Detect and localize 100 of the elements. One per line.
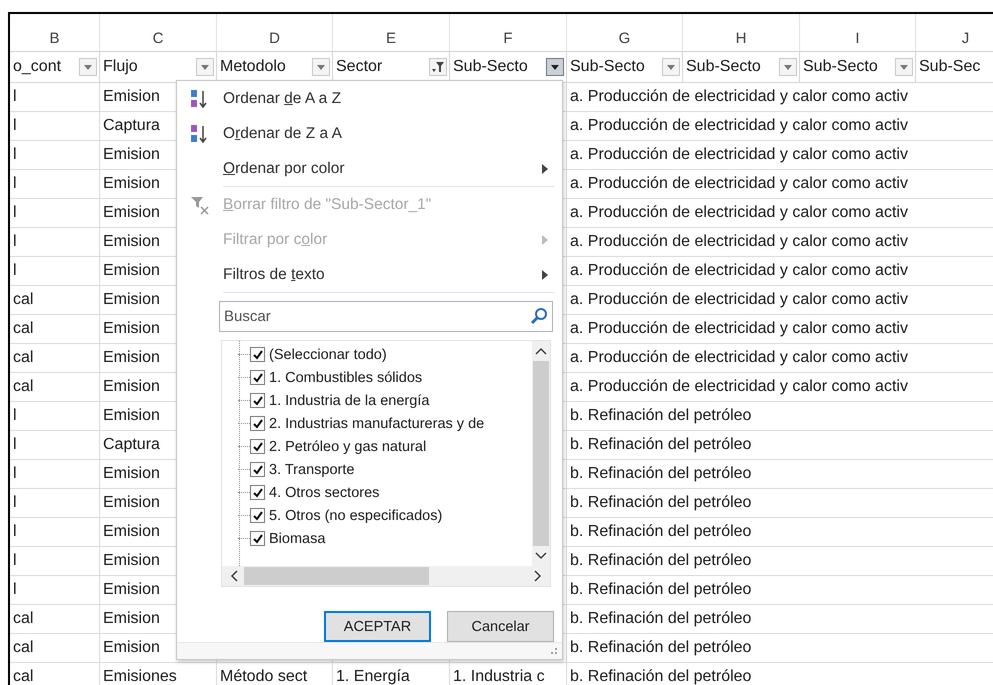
table-cell: l [13, 117, 17, 135]
column-letter[interactable]: B [10, 14, 100, 52]
table-cell: l [13, 88, 17, 106]
table-cell: l [13, 552, 17, 570]
table-cell: cal [13, 291, 34, 309]
table-cell: Captura [103, 436, 160, 454]
checkbox[interactable] [250, 508, 265, 523]
table-cell: b. Refinación del petróleo [570, 668, 752, 685]
table-cell: a. Producción de electricidad y calor como activ [570, 291, 908, 309]
table-cell: b. Refinación del petróleo [570, 581, 752, 599]
table-cell: Emision [103, 465, 160, 483]
table-cell: Emision [103, 262, 160, 280]
table-cell: b. Refinación del petróleo [570, 436, 752, 454]
caret-icon [84, 64, 92, 70]
value-label[interactable]: 3. Transporte [269, 462, 354, 478]
table-cell: b. Refinación del petróleo [570, 552, 752, 570]
table-cell: Emision [103, 494, 160, 512]
table-cell: a. Producción de electricidad y calor como activ [570, 262, 908, 280]
table-cell: Emision [103, 146, 160, 164]
cancel-button[interactable]: Cancelar [447, 611, 554, 642]
checkbox[interactable] [250, 393, 265, 408]
value-label[interactable]: 1. Combustibles sólidos [269, 370, 422, 386]
table-cell: a. Producción de electricidad y calor como activ [570, 378, 908, 396]
column-letter[interactable]: E [333, 14, 450, 52]
table-cell: a. Producción de electricidad y calor como activ [570, 320, 908, 338]
value-label[interactable]: (Seleccionar todo) [269, 346, 387, 362]
table-cell: l [13, 581, 17, 599]
table-cell: Emision [103, 378, 160, 396]
table-cell: Emision [103, 175, 160, 193]
submenu-arrow-icon [542, 270, 548, 280]
scroll-left-icon [230, 570, 238, 582]
menu-item[interactable]: Ordenar por color [177, 151, 562, 186]
table-cell: l [13, 175, 17, 193]
search-field[interactable]: Buscar [219, 301, 553, 332]
checkbox[interactable] [250, 531, 265, 546]
column-header: o_cont [13, 58, 62, 76]
table-cell: cal [13, 639, 34, 657]
table-cell: a. Producción de electricidad y calor como activ [570, 233, 908, 251]
ok-button[interactable]: ACEPTAR [324, 611, 431, 642]
table-cell: b. Refinación del petróleo [570, 494, 752, 512]
table-cell: 1. Energía [336, 668, 410, 685]
table-cell: b. Refinación del petróleo [570, 639, 752, 657]
menu-item[interactable]: Filtros de texto [177, 257, 562, 292]
resize-grip-icon [550, 647, 558, 655]
table-cell: a. Producción de electricidad y calor como activ [570, 349, 908, 367]
table-cell: Emision [103, 407, 160, 425]
checkbox[interactable] [250, 370, 265, 385]
value-label[interactable]: Biomasa [269, 530, 326, 546]
checkbox[interactable] [250, 462, 265, 477]
table-cell: Emision [103, 581, 160, 599]
column-letter[interactable]: J [916, 14, 993, 52]
scroll-right-icon [534, 570, 542, 582]
table-cell: 1. Industria c [453, 668, 545, 685]
table-cell: Emision [103, 610, 160, 628]
checkbox[interactable] [250, 416, 265, 431]
dropdown-button[interactable] [546, 58, 564, 76]
column-header: Sub-Secto [570, 58, 646, 76]
value-label[interactable]: 4. Otros sectores [269, 484, 380, 500]
table-cell: l [13, 146, 17, 164]
table-cell: l [13, 436, 17, 454]
scroll-up-icon [535, 347, 547, 355]
table-cell: a. Producción de electricidad y calor como activ [570, 146, 908, 164]
table-cell: Emisiones [103, 668, 177, 685]
table-cell: Emision [103, 291, 160, 309]
column-letter[interactable]: G [567, 14, 683, 52]
table-cell: l [13, 233, 17, 251]
value-label[interactable]: 1. Industria de la energía [269, 392, 430, 408]
filter-button[interactable] [429, 58, 447, 76]
table-cell: b. Refinación del petróleo [570, 465, 752, 483]
column-letter[interactable]: C [100, 14, 217, 52]
column-letter[interactable]: H [683, 14, 800, 52]
column-letter[interactable]: D [217, 14, 333, 52]
value-label[interactable]: 2. Petróleo y gas natural [269, 438, 426, 454]
value-label[interactable]: 2. Industrias manufactureras y de [269, 416, 484, 432]
table-cell: l [13, 204, 17, 222]
column-letter[interactable]: I [800, 14, 916, 52]
vertical-scrollbar[interactable] [532, 341, 550, 566]
caret-icon [667, 64, 675, 70]
column-header: Sub-Secto [803, 58, 879, 76]
column-header: Sub-Sec [919, 58, 982, 76]
checkbox[interactable] [250, 347, 265, 362]
table-cell: Emision [103, 320, 160, 338]
caret-icon [784, 64, 792, 70]
clear-filter-icon [190, 194, 210, 214]
table-cell: l [13, 465, 17, 483]
checkbox[interactable] [250, 485, 265, 500]
table-cell: Emision [103, 88, 160, 106]
filter-icon [432, 62, 444, 72]
checkbox[interactable] [250, 439, 265, 454]
column-header: Sub-Secto [686, 58, 762, 76]
table-cell: Emision [103, 349, 160, 367]
horizontal-scrollbar[interactable] [222, 566, 550, 586]
table-cell: l [13, 494, 17, 512]
column-letter[interactable]: F [450, 14, 567, 52]
value-label[interactable]: 5. Otros (no especificados) [269, 508, 442, 524]
table-cell: l [13, 262, 17, 280]
table-cell: Emision [103, 523, 160, 541]
column-header: Flujo [103, 58, 139, 76]
menu-item[interactable]: Ordenar de Z a A [177, 116, 562, 151]
menu-item[interactable]: Ordenar de A a Z [177, 81, 562, 116]
